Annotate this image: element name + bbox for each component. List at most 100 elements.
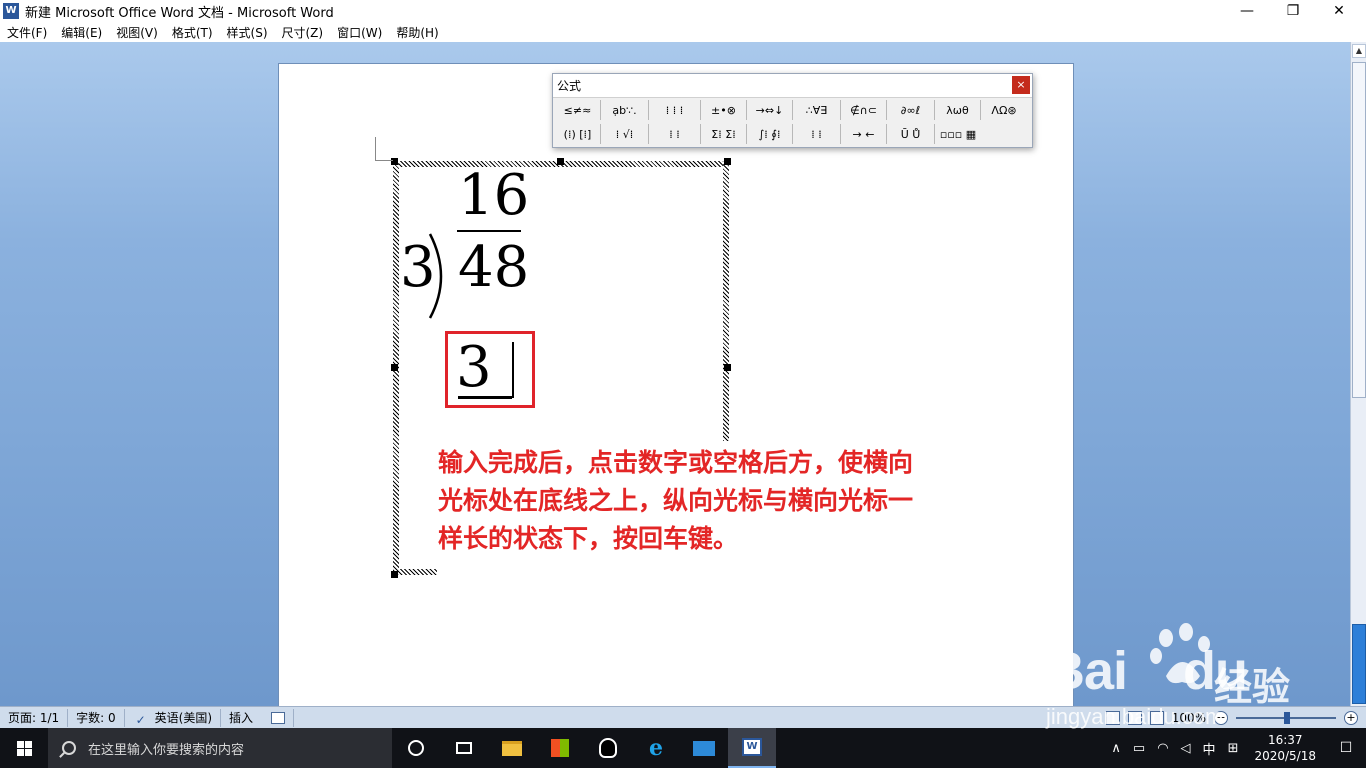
matrix-templates-button[interactable]: ▫▫▫ ▦ — [935, 124, 981, 144]
system-tray: ∧ ▭ ◠ ◁ 中 ⊞ 16:37 2020/5/18 ☐ — [1105, 728, 1366, 768]
divisor-value: 3 — [400, 235, 436, 300]
annotation-line-3: 样长的状态下，按回车键。 — [438, 524, 739, 553]
products-set-templates-button[interactable]: Ū Ů — [887, 124, 935, 144]
scroll-up-button[interactable]: ▲ — [1352, 44, 1366, 58]
web-layout-view-icon[interactable] — [1149, 711, 1164, 725]
greek-upper-palette-button[interactable]: ΛΩ⊛ — [981, 100, 1027, 120]
quotient-value: 16 — [458, 163, 530, 228]
spaces-ellipses-palette-button[interactable]: ạb∵. — [601, 100, 649, 120]
word-count[interactable]: 字数: 0 — [68, 708, 125, 727]
close-button[interactable]: ✕ — [1316, 0, 1362, 22]
full-screen-view-icon[interactable] — [1127, 711, 1142, 725]
instruction-annotation: 输入完成后，点击数字或空格后方，使横向 光标处在底线之上，纵向光标与横向光标一 … — [438, 444, 1038, 558]
qq-button[interactable] — [584, 728, 632, 768]
arrows-palette-button[interactable]: →⇔↓ — [747, 100, 793, 120]
zoom-out-button[interactable]: − — [1214, 711, 1228, 725]
ime-mode-icon[interactable]: ⊞ — [1222, 741, 1245, 756]
scroll-thumb[interactable] — [1352, 62, 1366, 398]
menu-bar: 文件(F) 编辑(E) 视图(V) 格式(T) 样式(S) 尺寸(Z) 窗口(W… — [0, 22, 1366, 42]
formula-close-button[interactable]: × — [1012, 76, 1030, 94]
zoom-slider-thumb[interactable] — [1284, 712, 1290, 724]
resize-handle-bottom-left[interactable] — [391, 571, 398, 578]
internet-explorer-icon: e — [649, 735, 663, 761]
subscript-superscript-templates-button[interactable]: ⁞ ⁞ — [649, 124, 701, 144]
zoom-in-button[interactable]: + — [1344, 711, 1358, 725]
resize-handle-top[interactable] — [557, 158, 564, 165]
clock-date: 2020/5/18 — [1254, 749, 1316, 763]
menu-style[interactable]: 样式(S) — [220, 24, 275, 41]
menu-edit[interactable]: 编辑(E) — [54, 24, 109, 41]
set-theory-palette-button[interactable]: ∉∩⊂ — [841, 100, 887, 120]
underbar-overbar-templates-button[interactable]: ⁞ ⁞ — [793, 124, 841, 144]
windows-logo-icon — [16, 740, 32, 756]
summation-templates-button[interactable]: Σ⁞ Σ⁞ — [701, 124, 747, 144]
ime-indicator[interactable]: 中 — [1197, 739, 1222, 758]
zoom-slider[interactable] — [1236, 712, 1336, 724]
resize-handle-right[interactable] — [724, 364, 731, 371]
maximize-button[interactable]: ❐ — [1270, 0, 1316, 22]
menu-help[interactable]: 帮助(H) — [389, 24, 445, 41]
wifi-icon[interactable]: ◠ — [1151, 741, 1174, 756]
volume-icon[interactable]: ◁ — [1175, 741, 1197, 756]
search-icon — [62, 741, 76, 755]
relations-palette-button[interactable]: ≤≠≈ — [555, 100, 601, 120]
task-view-icon — [456, 742, 472, 754]
task-view-button[interactable] — [440, 728, 488, 768]
status-bar: 页面: 1/1 字数: 0 ✓ 英语(美国) 插入 100% − + — [0, 706, 1366, 728]
embellishments-palette-button[interactable]: ⁞ ⁞ ⁞ — [649, 100, 701, 120]
title-bar: W 新建 Microsoft Office Word 文档 - Microsof… — [0, 0, 1366, 22]
menu-file[interactable]: 文件(F) — [0, 24, 54, 41]
formula-toolbar[interactable]: 公式 × ≤≠≈ ạb∵. ⁞ ⁞ ⁞ ±•⊗ →⇔↓ ∴∀∃ ∉∩⊂ ∂∞ℓ … — [552, 73, 1033, 148]
resize-handle-left[interactable] — [391, 364, 398, 371]
fraction-radical-templates-button[interactable]: ⁞ √⁞ — [601, 124, 649, 144]
cortana-icon — [408, 740, 424, 756]
vertical-scrollbar[interactable]: ▲ — [1350, 42, 1366, 706]
mail-icon — [693, 740, 715, 756]
cortana-button[interactable] — [392, 728, 440, 768]
file-explorer-button[interactable] — [488, 728, 536, 768]
ie-button[interactable]: e — [632, 728, 680, 768]
window-title: 新建 Microsoft Office Word 文档 - Microsoft … — [25, 5, 334, 21]
formula-row-2: (⁞) [⁞] ⁞ √⁞ ⁞ ⁞ Σ⁞ Σ⁞ ∫⁞ ∮⁞ ⁞ ⁞ → ← Ū Ů… — [553, 122, 1032, 146]
minimize-button[interactable]: — — [1224, 0, 1270, 22]
resize-handle-top-right[interactable] — [724, 158, 731, 165]
menu-size[interactable]: 尺寸(Z) — [275, 24, 331, 41]
operators-palette-button[interactable]: ±•⊗ — [701, 100, 747, 120]
vertical-cursor — [512, 342, 514, 398]
insert-mode-label: 插入 — [229, 710, 254, 725]
misc-symbols-palette-button[interactable]: ∂∞ℓ — [887, 100, 935, 120]
logic-palette-button[interactable]: ∴∀∃ — [793, 100, 841, 120]
word-taskbar-button[interactable]: W — [728, 728, 776, 768]
menu-window[interactable]: 窗口(W) — [330, 24, 389, 41]
taskbar-search-box[interactable]: 在这里输入你要搜索的内容 — [48, 728, 392, 768]
page-indicator[interactable]: 页面: 1/1 — [0, 708, 69, 727]
taskbar-clock[interactable]: 16:37 2020/5/18 — [1244, 732, 1326, 764]
show-hidden-icons-button[interactable]: ∧ — [1105, 741, 1127, 756]
fence-templates-button[interactable]: (⁞) [⁞] — [555, 124, 601, 144]
zoom-level[interactable]: 100% — [1172, 711, 1206, 725]
labeled-arrow-templates-button[interactable]: → ← — [841, 124, 887, 144]
clock-time: 16:37 — [1267, 733, 1303, 747]
start-button[interactable] — [0, 728, 48, 768]
scroll-region-highlight — [1352, 624, 1366, 704]
integral-templates-button[interactable]: ∫⁞ ∮⁞ — [747, 124, 793, 144]
print-layout-view-icon[interactable] — [1105, 711, 1120, 725]
formula-toolbar-title[interactable]: 公式 — [553, 74, 1032, 98]
battery-icon[interactable]: ▭ — [1127, 741, 1151, 756]
macro-record-icon[interactable] — [271, 711, 286, 724]
store-button[interactable] — [536, 728, 584, 768]
annotation-line-1: 输入完成后，点击数字或空格后方，使横向 — [438, 448, 914, 477]
greek-lower-palette-button[interactable]: λωθ — [935, 100, 981, 120]
annotation-line-2: 光标处在底线之上，纵向光标与横向光标一 — [438, 486, 914, 515]
word-app-icon[interactable]: W — [3, 3, 19, 19]
spellcheck-icon[interactable]: ✓ — [133, 711, 149, 727]
notification-icon: ☐ — [1339, 740, 1353, 756]
language-indicator[interactable]: ✓ 英语(美国) — [125, 708, 222, 727]
current-step-digit[interactable]: 3 — [456, 340, 492, 396]
language-label: 英语(美国) — [154, 710, 213, 725]
menu-view[interactable]: 视图(V) — [109, 24, 165, 41]
notification-center-button[interactable]: ☐ — [1326, 728, 1366, 768]
mail-button[interactable] — [680, 728, 728, 768]
insert-mode-indicator[interactable]: 插入 — [221, 708, 295, 727]
menu-format[interactable]: 格式(T) — [165, 24, 220, 41]
